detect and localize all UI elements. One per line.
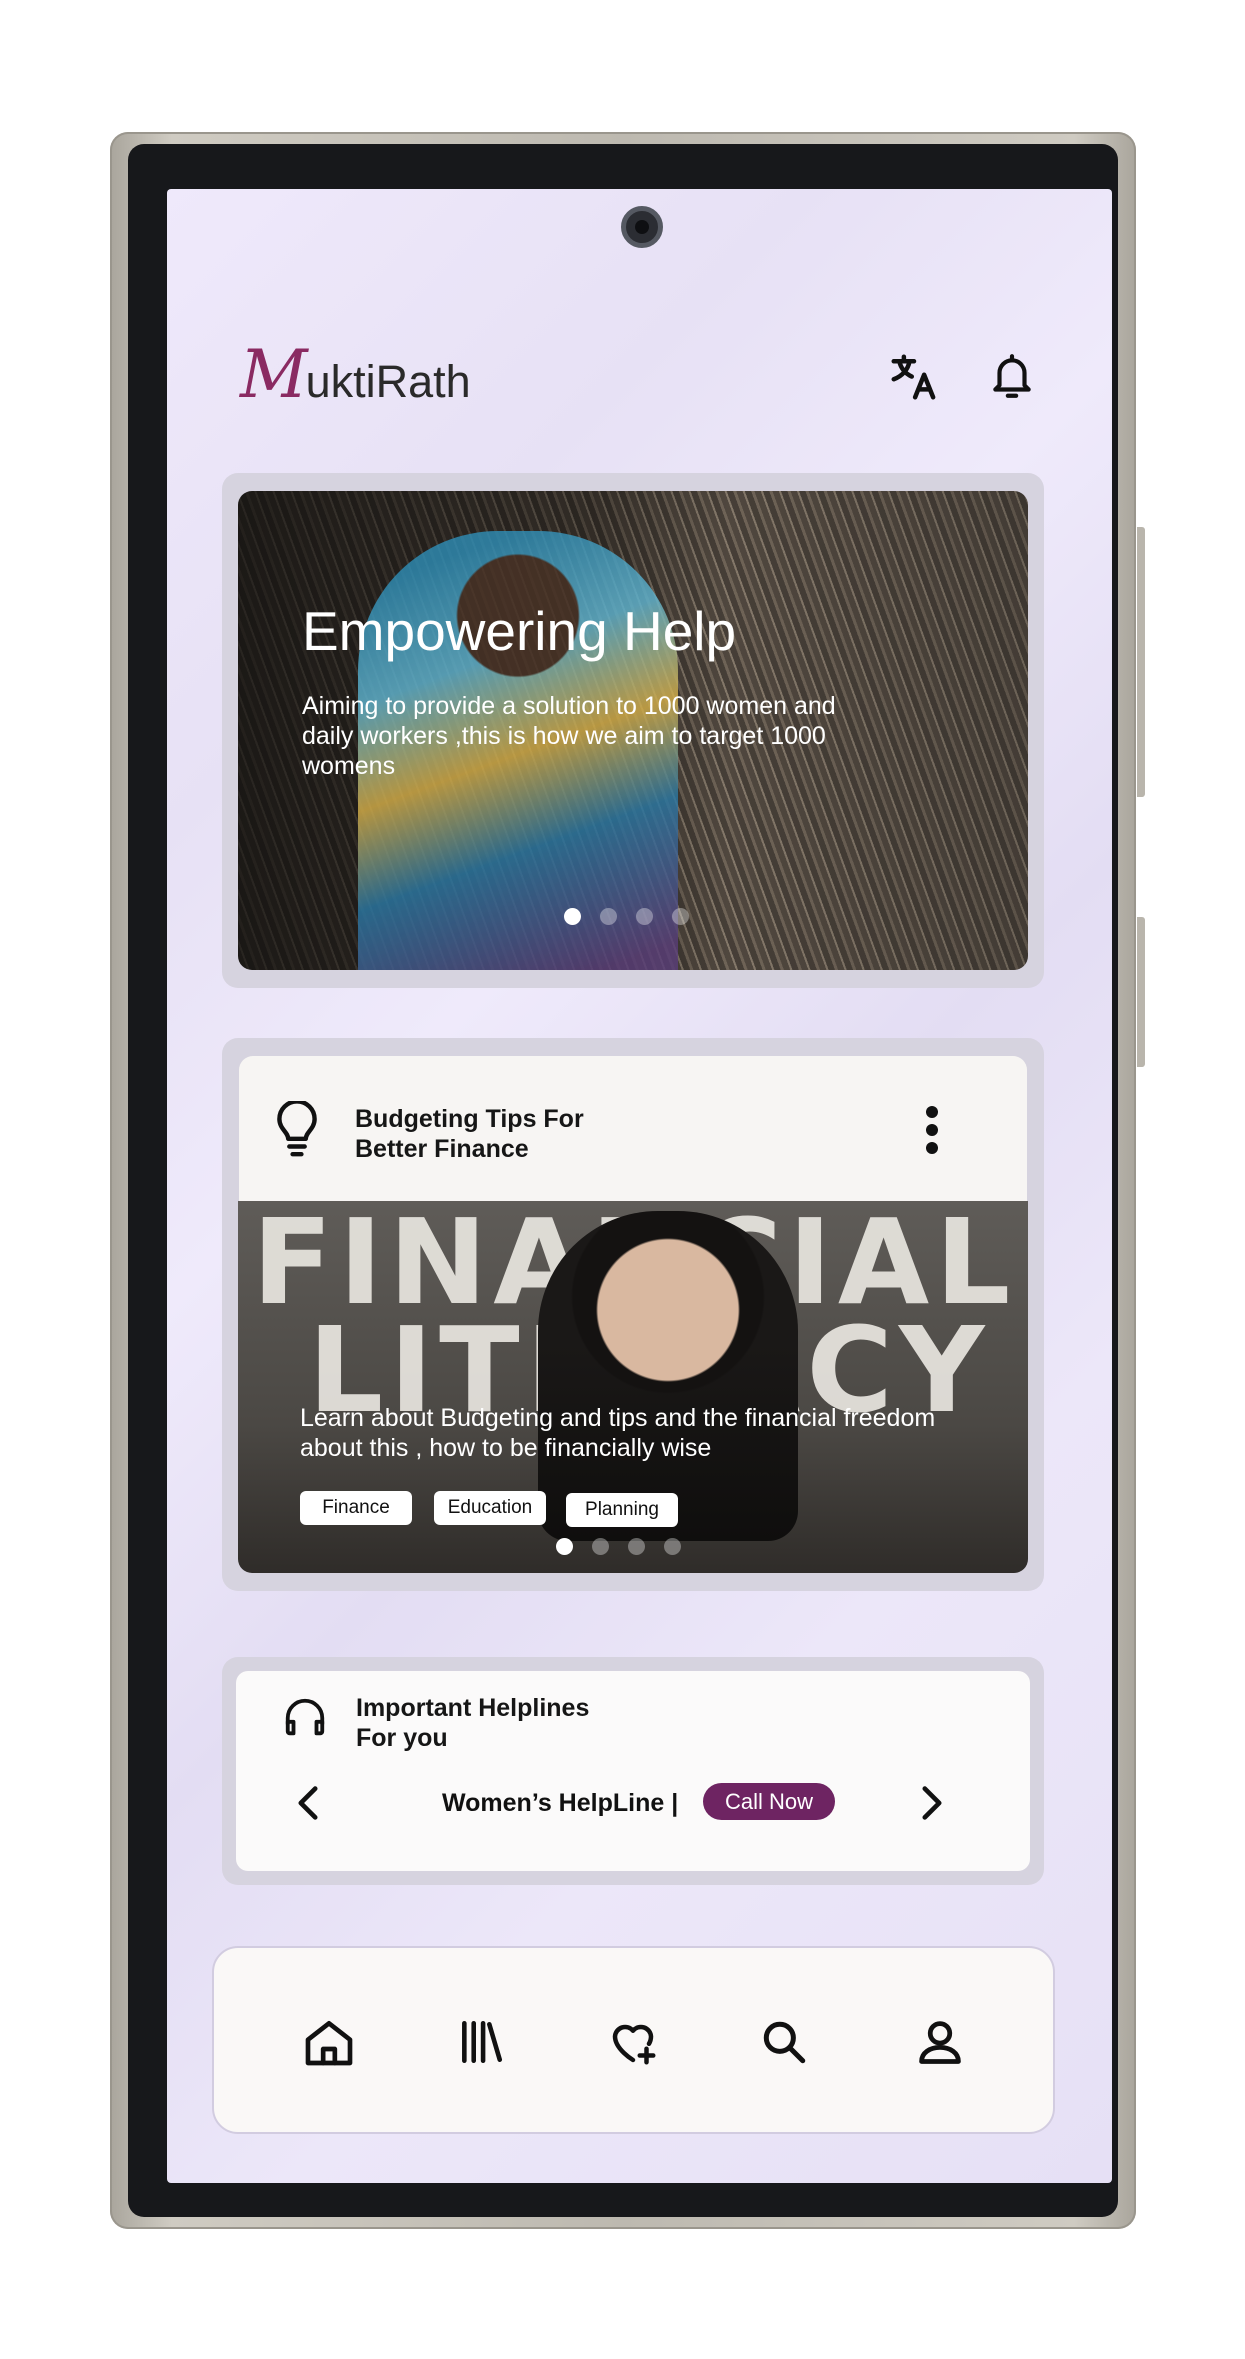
logo-text: uktiRath: [305, 356, 471, 407]
heart-plus-icon: [612, 2024, 656, 2065]
nav-profile[interactable]: [908, 2010, 972, 2074]
hero-image: Empowering Help Aiming to provide a solu…: [238, 491, 1028, 970]
next-helpline-button[interactable]: [912, 1781, 952, 1825]
hero-card[interactable]: Empowering Help Aiming to provide a solu…: [222, 473, 1044, 988]
tips-image: FINANCIAL LITERACY Learn about Budgeting…: [238, 1201, 1028, 1573]
library-icon: [462, 2020, 503, 2064]
carousel-dot[interactable]: [628, 1538, 645, 1555]
nav-library[interactable]: [449, 2010, 513, 2074]
hero-carousel-dots: [564, 908, 689, 925]
helplines-title-line1: Important Helplines: [356, 1694, 590, 1722]
helplines-card: Important Helplines For you Women’s Help…: [222, 1657, 1044, 1885]
previous-helpline-button[interactable]: [288, 1781, 328, 1825]
carousel-dot[interactable]: [556, 1538, 573, 1555]
phone-frame: M uktiRath Empowering Help Aiming to pro…: [110, 132, 1145, 2229]
tips-description: Learn about Budgeting and tips and the f…: [300, 1404, 936, 1462]
tips-title-line2: Better Finance: [355, 1135, 529, 1163]
hero-title: Empowering Help: [302, 600, 737, 662]
screen: M uktiRath Empowering Help Aiming to pro…: [167, 189, 1112, 2183]
logo-mark: M: [240, 336, 308, 413]
carousel-dot[interactable]: [592, 1538, 609, 1555]
carousel-dot[interactable]: [664, 1538, 681, 1555]
helplines-title: Important Helplines For you: [356, 1693, 589, 1753]
tips-carousel-dots: [556, 1538, 681, 1555]
helpline-name: Women’s HelpLine |: [442, 1789, 679, 1817]
tips-title-line1: Budgeting Tips For: [355, 1105, 584, 1133]
translate-button[interactable]: [884, 347, 944, 407]
helplines-title-line2: For you: [356, 1724, 448, 1752]
front-camera: [621, 206, 663, 248]
lightbulb-icon: [277, 1101, 317, 1157]
tips-title: Budgeting Tips For Better Finance: [355, 1104, 584, 1164]
app-logo: M uktiRath: [240, 342, 471, 408]
carousel-dot[interactable]: [564, 908, 581, 925]
call-now-button[interactable]: Call Now: [703, 1783, 835, 1820]
bottom-navigation: [212, 1946, 1055, 2134]
tag-finance[interactable]: Finance: [300, 1491, 412, 1525]
carousel-dot[interactable]: [600, 908, 617, 925]
home-icon: [305, 2021, 353, 2066]
carousel-dot[interactable]: [636, 908, 653, 925]
more-options-icon[interactable]: [925, 1106, 939, 1154]
phone-bezel: M uktiRath Empowering Help Aiming to pro…: [128, 144, 1118, 2217]
headset-icon: [285, 1698, 325, 1736]
chevron-right-icon: [922, 1786, 942, 1820]
tag-planning[interactable]: Planning: [566, 1493, 678, 1527]
profile-icon: [919, 2021, 961, 2064]
budgeting-tips-card[interactable]: Budgeting Tips For Better Finance FINANC…: [222, 1038, 1044, 1591]
nav-search[interactable]: [752, 2010, 816, 2074]
tag-education[interactable]: Education: [434, 1491, 546, 1525]
carousel-dot[interactable]: [672, 908, 689, 925]
power-button: [1137, 917, 1145, 1067]
translate-icon: [891, 354, 936, 400]
chevron-left-icon: [298, 1786, 318, 1820]
nav-favorites[interactable]: [601, 2010, 665, 2074]
volume-button: [1137, 527, 1145, 797]
tips-card-header: Budgeting Tips For Better Finance: [239, 1056, 1027, 1206]
tips-photo-subject: [538, 1211, 798, 1541]
bell-icon: [993, 354, 1031, 398]
nav-home[interactable]: [297, 2010, 361, 2074]
helplines-inner: Important Helplines For you Women’s Help…: [236, 1671, 1030, 1871]
notifications-button[interactable]: [982, 347, 1042, 407]
hero-description: Aiming to provide a solution to 1000 wom…: [302, 692, 836, 780]
search-icon: [763, 2021, 806, 2064]
